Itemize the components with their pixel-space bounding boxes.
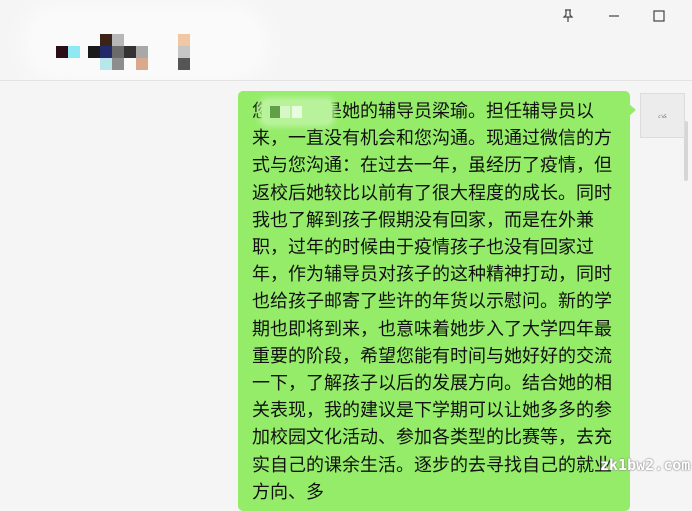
blur-pixel bbox=[270, 106, 280, 118]
blur-pixel bbox=[178, 46, 190, 58]
chat-header bbox=[0, 0, 692, 80]
blur-pixel bbox=[100, 46, 112, 58]
blur-pixel bbox=[112, 34, 124, 46]
message-text: 您好，我是她的辅导员梁瑜。担任辅导员以来，一直没有机会和您沟通。现通过微信的方式… bbox=[252, 101, 612, 503]
avatar[interactable]: c'ʌS bbox=[640, 93, 685, 138]
blur-pixel bbox=[112, 58, 124, 70]
blur-pixel bbox=[136, 58, 148, 70]
bubble-tail bbox=[629, 104, 636, 116]
blur-pixel bbox=[280, 106, 290, 118]
blur-pixel bbox=[68, 46, 80, 58]
blur-pixel bbox=[178, 58, 190, 70]
blur-pixel bbox=[136, 46, 148, 58]
watermark: zk1bw2.com bbox=[600, 456, 691, 474]
pin-icon bbox=[562, 9, 574, 22]
maximize-button[interactable] bbox=[647, 4, 671, 28]
blur-pixel bbox=[88, 46, 100, 58]
maximize-icon bbox=[653, 10, 665, 22]
recipient-name-blurred bbox=[262, 100, 332, 124]
blur-pixel bbox=[124, 46, 136, 58]
blur-pixel bbox=[100, 34, 112, 46]
blur-pixel bbox=[292, 106, 302, 118]
blur-pixel bbox=[100, 58, 112, 70]
blur-pixel bbox=[56, 46, 68, 58]
blur-pixel bbox=[112, 46, 124, 58]
minimize-icon bbox=[609, 15, 619, 17]
avatar-label: c'ʌS bbox=[658, 114, 667, 119]
blur-pixel bbox=[178, 34, 190, 46]
contact-name-blurred bbox=[30, 12, 260, 74]
minimize-button[interactable] bbox=[602, 4, 626, 28]
pin-button[interactable] bbox=[556, 4, 580, 28]
